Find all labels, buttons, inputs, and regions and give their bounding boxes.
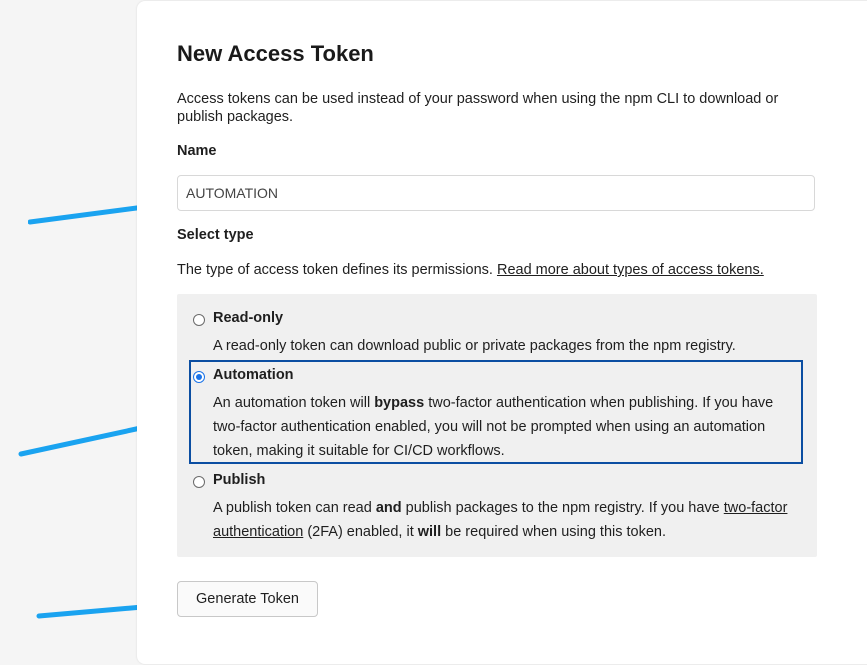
read-only-description: A read-only token can download public or… bbox=[213, 338, 736, 354]
option-automation[interactable]: Automation An automation token will bypa… bbox=[189, 361, 803, 463]
automation-desc-pre: An automation token will bbox=[213, 395, 375, 411]
generate-token-button[interactable]: Generate Token bbox=[177, 581, 318, 617]
publish-desc-bold-will: will bbox=[417, 524, 442, 540]
select-type-label: Select type bbox=[177, 227, 254, 243]
publish-radio[interactable] bbox=[193, 476, 205, 488]
type-description: The type of access token defines its per… bbox=[177, 262, 764, 278]
page-title: New Access Token bbox=[177, 41, 374, 66]
publish-desc-mid: publish packages to the npm registry. If… bbox=[401, 500, 724, 516]
name-label: Name bbox=[177, 143, 217, 159]
automation-description: An automation token will bypass two-fact… bbox=[213, 391, 803, 463]
option-publish[interactable]: Publish A publish token can read and pub… bbox=[189, 472, 801, 542]
publish-description: A publish token can read and publish pac… bbox=[213, 496, 803, 544]
publish-desc-bold-and: and bbox=[375, 500, 402, 516]
read-only-radio[interactable] bbox=[193, 314, 205, 326]
name-input[interactable] bbox=[177, 175, 815, 211]
publish-title: Publish bbox=[213, 472, 266, 488]
token-type-options: Read-only A read-only token can download… bbox=[177, 294, 817, 557]
automation-desc-bold: bypass bbox=[374, 395, 425, 411]
automation-title: Automation bbox=[213, 367, 294, 383]
types-docs-link[interactable]: Read more about types of access tokens. bbox=[497, 262, 764, 278]
read-only-title: Read-only bbox=[213, 310, 284, 326]
token-form-card: New Access Token Access tokens can be us… bbox=[137, 1, 867, 664]
type-description-text: The type of access token defines its per… bbox=[177, 262, 497, 278]
publish-desc-mid2: (2FA) enabled, it bbox=[303, 524, 418, 540]
intro-text: Access tokens can be used instead of you… bbox=[177, 91, 779, 125]
page: New Access Token Access tokens can be us… bbox=[0, 0, 867, 665]
publish-desc-post: be required when using this token. bbox=[441, 524, 667, 540]
automation-radio[interactable] bbox=[193, 371, 205, 383]
publish-desc-pre: A publish token can read bbox=[213, 500, 376, 516]
option-read-only[interactable]: Read-only A read-only token can download… bbox=[189, 310, 801, 360]
